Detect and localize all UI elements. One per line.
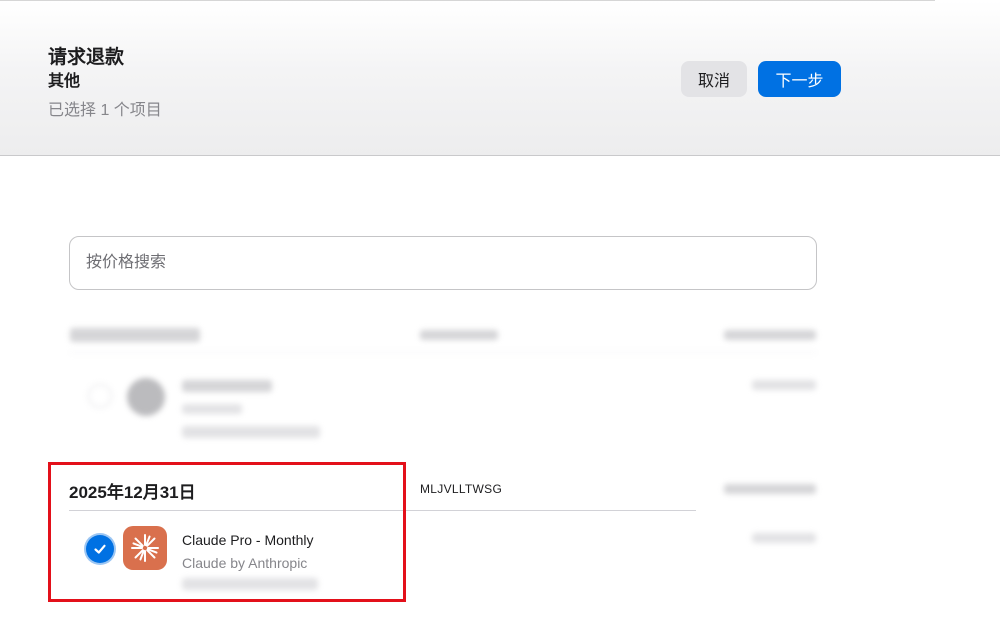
redacted-item-detail [182, 426, 320, 438]
page-title: 请求退款 [48, 47, 125, 68]
selection-highlight-box [48, 462, 406, 602]
redacted-price [752, 380, 816, 390]
price-search-box[interactable] [69, 236, 817, 290]
price-search-input[interactable] [70, 237, 816, 289]
redacted-total-bar [724, 484, 816, 494]
selection-count: 已选择 1 个项目 [48, 102, 162, 119]
order-id: MLJVLLTWSG [420, 482, 503, 496]
redacted-item-developer [182, 404, 242, 414]
redacted-date [70, 328, 200, 342]
cancel-button[interactable]: 取消 [681, 61, 747, 97]
redacted-divider [69, 352, 817, 353]
redacted-price-2 [752, 533, 816, 543]
next-button[interactable]: 下一步 [758, 61, 841, 97]
redacted-total [724, 330, 816, 340]
redacted-order-id [420, 330, 498, 340]
redacted-app-icon [127, 378, 165, 416]
redacted-item-name [182, 380, 272, 392]
refund-header: 请求退款 其他 已选择 1 个项目 取消 下一步 [0, 1, 1000, 156]
refund-reason: 其他 [48, 73, 81, 90]
redacted-checkbox [88, 384, 112, 408]
